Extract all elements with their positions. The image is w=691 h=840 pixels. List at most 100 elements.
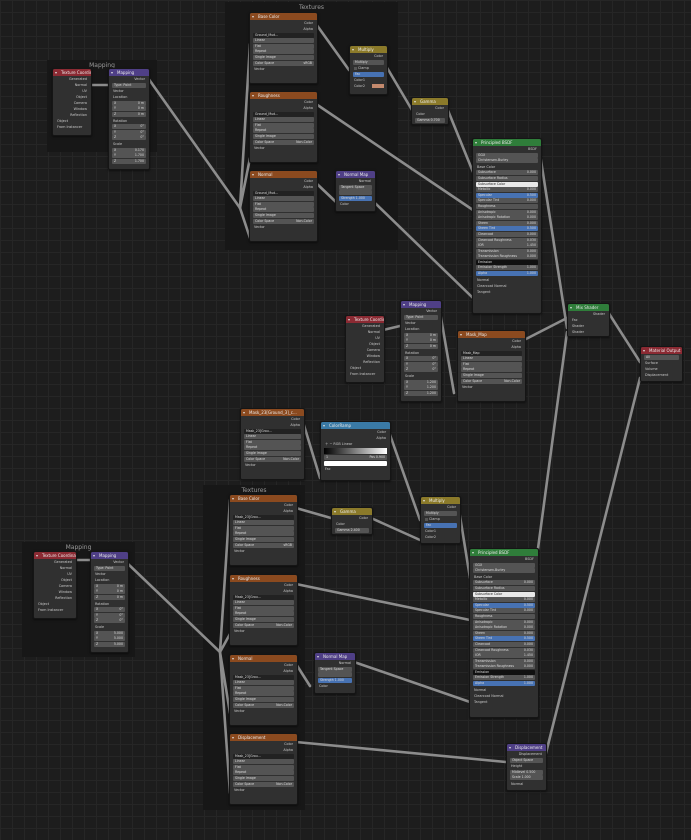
from-instancer-checkbox[interactable]: From Instancer	[53, 124, 91, 130]
principled-input-field[interactable]: Alpha 1.000	[476, 271, 538, 277]
principled-input-field[interactable]: Sheen Tint 0.500	[473, 636, 535, 642]
principled-input-field[interactable]: IOR 1.450	[473, 653, 535, 659]
image-selector[interactable]: Mask_23[Grou...	[233, 674, 294, 680]
blend-dropdown[interactable]: Multiply	[424, 510, 457, 516]
rot-y-field[interactable]: Y 0°	[94, 612, 125, 618]
color-ramp-gradient[interactable]	[324, 448, 387, 454]
add-stop-icon[interactable]: ＋ −	[325, 442, 332, 446]
projection-dropdown[interactable]: Flat	[233, 525, 294, 531]
principled-input-field[interactable]: Alpha 1.000	[473, 681, 535, 687]
projection-dropdown[interactable]: Flat	[244, 439, 301, 445]
image-texture-displacement[interactable]: Displacement Color Alpha Mask_23[Grou...…	[229, 733, 298, 805]
clamp-checkbox[interactable]: Clamp	[421, 516, 460, 522]
loc-x-field[interactable]: X 0 m	[94, 583, 125, 589]
principled-input-field[interactable]: Subsurface Radius	[476, 175, 538, 181]
extension-dropdown[interactable]: Repeat	[233, 691, 294, 697]
loc-x-field[interactable]: X 0 m	[112, 100, 146, 106]
ramp-controls[interactable]: ＋ − RGB Linear	[321, 441, 390, 447]
rot-y-field[interactable]: Y 0°	[404, 361, 438, 367]
image-selector[interactable]: Ground_Mud...	[253, 190, 314, 196]
projection-dropdown[interactable]: Flat	[253, 122, 314, 128]
gamma-field[interactable]: Gamma 0.700	[415, 117, 445, 123]
target-dropdown[interactable]: All	[644, 354, 679, 360]
color-space-dropdown[interactable]: Color Space sRGB	[253, 60, 314, 66]
principled-input-field[interactable]: Anisotropic 0.000	[476, 209, 538, 215]
extension-dropdown[interactable]: Repeat	[253, 128, 314, 134]
color-space-dropdown[interactable]: Color Space Non-Color	[233, 702, 294, 708]
mapping-node-mid[interactable]: Mapping Vector Type: Point Vector Locati…	[400, 300, 442, 402]
image-texture-mask-map[interactable]: Mask_Map Color Alpha Mask_Map Linear Fla…	[457, 330, 526, 402]
principled-input-field[interactable]: IOR 1.450	[476, 243, 538, 249]
image-selector[interactable]: Mask_23[Grou...	[233, 514, 294, 520]
image-selector[interactable]: Mask_23[Grou...	[244, 428, 301, 434]
interpolation-dropdown[interactable]: Linear	[253, 38, 314, 44]
image-texture-roughness[interactable]: Roughness Color Alpha Ground_Mud... Line…	[249, 91, 318, 163]
interpolation-dropdown[interactable]: Linear	[461, 356, 522, 362]
principled-input-field[interactable]: Clearcoat Roughness 0.030	[476, 237, 538, 243]
principled-input-field[interactable]: Roughness	[476, 203, 538, 209]
color-space-dropdown[interactable]: Color Space Non-Color	[253, 139, 314, 145]
rot-x-field[interactable]: X 0°	[404, 356, 438, 362]
ramp-stop-color[interactable]	[324, 460, 387, 466]
type-dropdown[interactable]: Type: Point	[404, 314, 438, 320]
principled-input-field[interactable]: Clearcoat 0.000	[473, 641, 535, 647]
principled-input-field[interactable]: Anisotropic Rotation 0.000	[476, 215, 538, 221]
multiply-node-top[interactable]: Multiply Color Multiply Clamp Fac Color1…	[349, 45, 388, 95]
strength-field[interactable]: Strength 1.000	[318, 677, 352, 683]
image-texture-base-color[interactable]: Base Color Color Alpha Ground_Mud... Lin…	[249, 12, 318, 84]
space-dropdown[interactable]: Object Space	[510, 757, 543, 763]
extension-dropdown[interactable]: Repeat	[253, 49, 314, 55]
type-dropdown[interactable]: Type: Point	[94, 565, 125, 571]
principled-bsdf-bottom[interactable]: Principled BSDF BSDF GGX Christensen-Bur…	[469, 548, 539, 718]
principled-input-field[interactable]: Specular 0.500	[473, 602, 535, 608]
from-instancer-checkbox[interactable]: From Instancer	[346, 371, 384, 377]
projection-dropdown[interactable]: Flat	[461, 361, 522, 367]
scale-x-field[interactable]: X 5.000	[94, 630, 125, 636]
principled-input-field[interactable]: Specular Tint 0.000	[476, 198, 538, 204]
clamp-checkbox[interactable]: Clamp	[350, 65, 387, 71]
principled-input-field[interactable]: Emission	[473, 669, 535, 675]
loc-y-field[interactable]: Y 0 m	[404, 338, 438, 344]
projection-dropdown[interactable]: Flat	[233, 685, 294, 691]
loc-y-field[interactable]: Y 0 m	[94, 589, 125, 595]
fac-field[interactable]: Fac	[424, 522, 457, 528]
scale-field[interactable]: Scale 1.000	[510, 775, 543, 781]
projection-dropdown[interactable]: Flat	[253, 201, 314, 207]
source-dropdown[interactable]: Single Image	[233, 616, 294, 622]
source-dropdown[interactable]: Single Image	[233, 775, 294, 781]
displacement-node[interactable]: Displacement Displacement Object Space H…	[506, 743, 547, 791]
image-texture-base-color-bottom[interactable]: Base Color Color Alpha Mask_23[Grou... L…	[229, 494, 298, 566]
extension-dropdown[interactable]: Repeat	[233, 611, 294, 617]
blend-dropdown[interactable]: Multiply	[353, 59, 384, 65]
source-dropdown[interactable]: Single Image	[253, 212, 314, 218]
interpolation-dropdown[interactable]: Linear	[233, 600, 294, 606]
midlevel-field[interactable]: Midlevel 0.500	[510, 769, 543, 775]
loc-z-field[interactable]: Z 0 m	[112, 111, 146, 117]
color-space-dropdown[interactable]: Color Space sRGB	[233, 542, 294, 548]
principled-input-field[interactable]: Metallic 0.000	[473, 597, 535, 603]
extension-dropdown[interactable]: Repeat	[244, 445, 301, 451]
scale-x-field[interactable]: X 0.170	[112, 147, 146, 153]
source-dropdown[interactable]: Single Image	[233, 536, 294, 542]
loc-z-field[interactable]: Z 0 m	[94, 594, 125, 600]
principled-input-field[interactable]: Subsurface 0.000	[473, 580, 535, 586]
scale-z-field[interactable]: Z 5.000	[94, 641, 125, 647]
image-selector[interactable]: Mask_23[Grou...	[233, 594, 294, 600]
rot-x-field[interactable]: X 0°	[112, 124, 146, 130]
mix-shader-node[interactable]: Mix Shader Shader Fac Shader Shader	[567, 303, 610, 337]
colorramp-node[interactable]: ColorRamp Color Alpha ＋ − RGB Linear 1Po…	[320, 421, 391, 481]
principled-input-field[interactable]: Subsurface Radius	[473, 585, 535, 591]
principled-input-field[interactable]: Specular Tint 0.000	[473, 608, 535, 614]
source-dropdown[interactable]: Single Image	[253, 54, 314, 60]
from-instancer-checkbox[interactable]: From Instancer	[34, 607, 76, 613]
distribution-dropdown[interactable]: GGX	[473, 562, 535, 568]
image-texture-mask-single[interactable]: Mask_23[Ground_3]_c... Color Alpha Mask_…	[240, 408, 305, 480]
texture-coordinate-node-mid[interactable]: Texture Coordinate Generated Normal UV O…	[345, 315, 385, 383]
normal-map-node-bottom[interactable]: Normal Map Normal Tangent Space Strength…	[314, 652, 356, 694]
principled-input-field[interactable]: Transmission 0.000	[473, 658, 535, 664]
gamma-node-bottom[interactable]: Gamma Color Color Gamma 2.400	[331, 507, 373, 535]
source-dropdown[interactable]: Single Image	[253, 133, 314, 139]
principled-input-field[interactable]: Transmission 0.000	[476, 248, 538, 254]
image-texture-roughness-bottom[interactable]: Roughness Color Alpha Mask_23[Grou... Li…	[229, 574, 298, 646]
space-dropdown[interactable]: Tangent Space	[318, 666, 352, 672]
